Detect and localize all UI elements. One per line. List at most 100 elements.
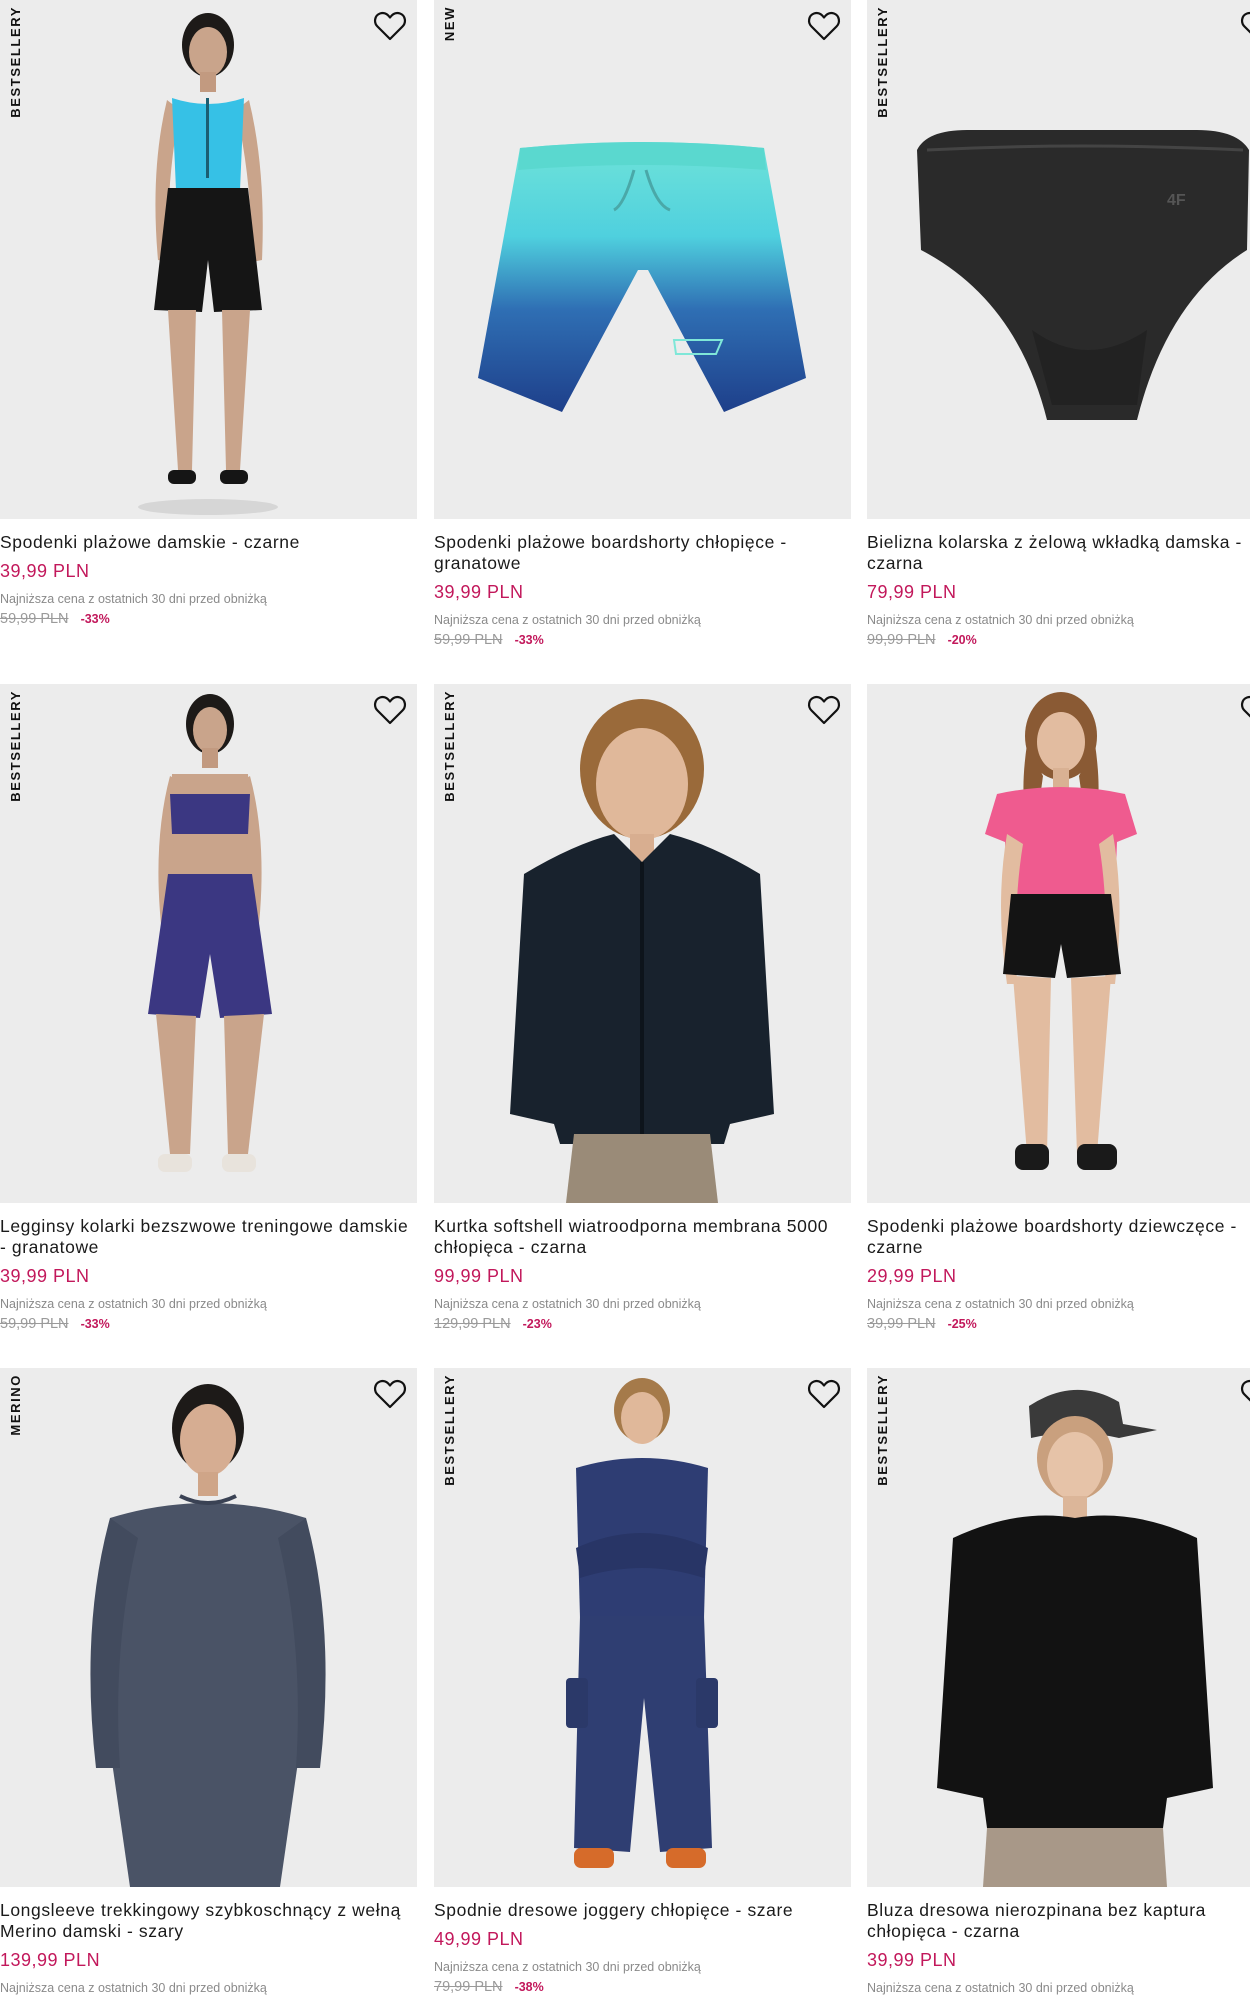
svg-text:4F: 4F xyxy=(1167,192,1186,209)
discount-badge: -33% xyxy=(80,612,110,626)
product-name[interactable]: Bielizna kolarska z żelową wkładką damsk… xyxy=(867,532,1250,574)
product-info: Bluza dresowa nierozpinana bez kaptura c… xyxy=(867,1900,1250,2014)
discount-badge: -33% xyxy=(514,633,544,647)
product-card[interactable]: BESTSELLERY Bluza dresowa nierozpinana b… xyxy=(867,1368,1250,2014)
heart-outline-icon[interactable] xyxy=(373,1378,407,1410)
product-card[interactable]: Spodenki plażowe boardshorty dziewczęce … xyxy=(867,684,1250,1369)
discount-badge: -20% xyxy=(947,633,977,647)
product-info: Spodnie dresowe joggery chłopięce - szar… xyxy=(434,1900,851,1995)
product-grid: BESTSELLERY Spodenki plażowe damskie - c… xyxy=(0,0,1250,2014)
lowest-price-label: Najniższa cena z ostatnich 30 dni przed … xyxy=(0,592,267,606)
product-name[interactable]: Legginsy kolarki bezszwowe treningowe da… xyxy=(0,1216,417,1258)
product-photo: 4F xyxy=(917,130,1249,420)
heart-outline-icon[interactable] xyxy=(373,10,407,42)
product-badge: NEW xyxy=(442,6,457,42)
product-name[interactable]: Spodnie dresowe joggery chłopięce - szar… xyxy=(434,1900,851,1921)
product-name[interactable]: Spodenki plażowe boardshorty dziewczęce … xyxy=(867,1216,1250,1258)
product-name[interactable]: Spodenki plażowe boardshorty chłopięce -… xyxy=(434,532,851,574)
product-name[interactable]: Bluza dresowa nierozpinana bez kaptura c… xyxy=(867,1900,1250,1942)
product-image[interactable]: BESTSELLERY xyxy=(434,684,851,1203)
product-image[interactable]: MERINO xyxy=(0,1368,417,1887)
product-name[interactable]: Kurtka softshell wiatroodporna membrana … xyxy=(434,1216,851,1258)
old-price-row: 79,99 PLN -38% xyxy=(434,1979,851,1995)
old-price: 99,99 PLN xyxy=(867,632,936,648)
product-image[interactable]: BESTSELLERY xyxy=(867,1368,1250,1887)
product-badge: BESTSELLERY xyxy=(875,6,890,118)
product-card[interactable]: BESTSELLERY Spodenki plażowe damskie - c… xyxy=(0,0,417,685)
product-price: 39,99 PLN xyxy=(0,1266,90,1286)
heart-outline-icon[interactable] xyxy=(1240,694,1250,726)
product-badge: BESTSELLERY xyxy=(8,6,23,118)
old-price-row: 99,99 PLN -20% xyxy=(867,632,1250,648)
product-card[interactable]: BESTSELLERY Kurtka softshell wiatroodpor… xyxy=(434,684,851,1369)
lowest-price-label: Najniższa cena z ostatnich 30 dni przed … xyxy=(0,1981,267,1995)
product-image[interactable]: BESTSELLERY xyxy=(0,0,417,519)
product-photo xyxy=(138,13,278,515)
product-photo xyxy=(566,1378,718,1868)
old-price-row: 59,99 PLN -33% xyxy=(0,611,417,627)
heart-outline-icon[interactable] xyxy=(807,10,841,42)
old-price: 129,99 PLN xyxy=(434,1316,511,1332)
old-price-row: 39,99 PLN -25% xyxy=(867,1316,1250,1332)
old-price-row: 59,99 PLN -33% xyxy=(0,1316,417,1332)
product-card[interactable]: NEW Spodenki plażowe boardshorty chłopię… xyxy=(434,0,851,685)
product-info: Longsleeve trekkingowy szybkoschnący z w… xyxy=(0,1900,417,2014)
discount-badge: -38% xyxy=(514,1980,544,1994)
product-price: 79,99 PLN xyxy=(867,582,957,602)
lowest-price-label: Najniższa cena z ostatnich 30 dni przed … xyxy=(434,1960,701,1974)
discount-badge: -25% xyxy=(947,1317,977,1331)
old-price: 39,99 PLN xyxy=(867,1316,936,1332)
product-image[interactable]: BESTSELLERY xyxy=(0,684,417,1203)
lowest-price-label: Najniższa cena z ostatnich 30 dni przed … xyxy=(434,1297,701,1311)
product-info: Spodenki plażowe boardshorty chłopięce -… xyxy=(434,532,851,648)
product-badge: MERINO xyxy=(8,1374,23,1436)
product-info: Bielizna kolarska z żelową wkładką damsk… xyxy=(867,532,1250,648)
lowest-price-label: Najniższa cena z ostatnich 30 dni przed … xyxy=(867,1981,1134,1995)
product-image[interactable]: 4F BESTSELLERY xyxy=(867,0,1250,519)
product-badge: BESTSELLERY xyxy=(875,1374,890,1486)
product-photo xyxy=(510,699,774,1203)
product-name[interactable]: Spodenki plażowe damskie - czarne xyxy=(0,532,417,553)
product-image[interactable]: NEW xyxy=(434,0,851,519)
heart-outline-icon[interactable] xyxy=(373,694,407,726)
product-price: 139,99 PLN xyxy=(0,1950,101,1970)
heart-outline-icon[interactable] xyxy=(1240,1378,1250,1410)
product-image[interactable]: BESTSELLERY xyxy=(434,1368,851,1887)
product-badge: BESTSELLERY xyxy=(442,1374,457,1486)
product-badge: BESTSELLERY xyxy=(442,690,457,802)
lowest-price-label: Najniższa cena z ostatnich 30 dni przed … xyxy=(867,613,1134,627)
old-price: 59,99 PLN xyxy=(0,1316,69,1332)
old-price: 79,99 PLN xyxy=(434,1979,503,1995)
old-price-row xyxy=(0,2000,417,2014)
old-price: 59,99 PLN xyxy=(434,632,503,648)
heart-outline-icon[interactable] xyxy=(807,1378,841,1410)
product-price: 49,99 PLN xyxy=(434,1929,524,1949)
discount-badge: -23% xyxy=(522,1317,552,1331)
product-photo xyxy=(90,1384,326,1887)
product-badge: BESTSELLERY xyxy=(8,690,23,802)
product-image[interactable] xyxy=(867,684,1250,1203)
product-price: 39,99 PLN xyxy=(434,582,524,602)
discount-badge: -33% xyxy=(80,1317,110,1331)
product-card[interactable]: BESTSELLERY Spodnie dresowe joggery chło… xyxy=(434,1368,851,2014)
product-info: Kurtka softshell wiatroodporna membrana … xyxy=(434,1216,851,1332)
product-price: 99,99 PLN xyxy=(434,1266,524,1286)
product-card[interactable]: MERINO Longsleeve trekkingowy szybkoschn… xyxy=(0,1368,417,2014)
lowest-price-label: Najniższa cena z ostatnich 30 dni przed … xyxy=(0,1297,267,1311)
product-info: Legginsy kolarki bezszwowe treningowe da… xyxy=(0,1216,417,1332)
product-card[interactable]: BESTSELLERY Legginsy kolarki bezszwowe t… xyxy=(0,684,417,1369)
product-photo xyxy=(148,694,272,1172)
heart-outline-icon[interactable] xyxy=(807,694,841,726)
heart-outline-icon[interactable] xyxy=(1240,10,1250,42)
product-info: Spodenki plażowe damskie - czarne 39,99 … xyxy=(0,532,417,627)
old-price-row xyxy=(867,2000,1250,2014)
product-photo xyxy=(937,1389,1213,1887)
product-photo xyxy=(985,692,1137,1170)
lowest-price-label: Najniższa cena z ostatnich 30 dni przed … xyxy=(434,613,701,627)
product-name[interactable]: Longsleeve trekkingowy szybkoschnący z w… xyxy=(0,1900,417,1942)
product-info: Spodenki plażowe boardshorty dziewczęce … xyxy=(867,1216,1250,1332)
lowest-price-label: Najniższa cena z ostatnich 30 dni przed … xyxy=(867,1297,1134,1311)
product-card[interactable]: 4F BESTSELLERY Bielizna kolarska z żelow… xyxy=(867,0,1250,685)
product-photo xyxy=(478,142,806,412)
old-price-row: 59,99 PLN -33% xyxy=(434,632,851,648)
